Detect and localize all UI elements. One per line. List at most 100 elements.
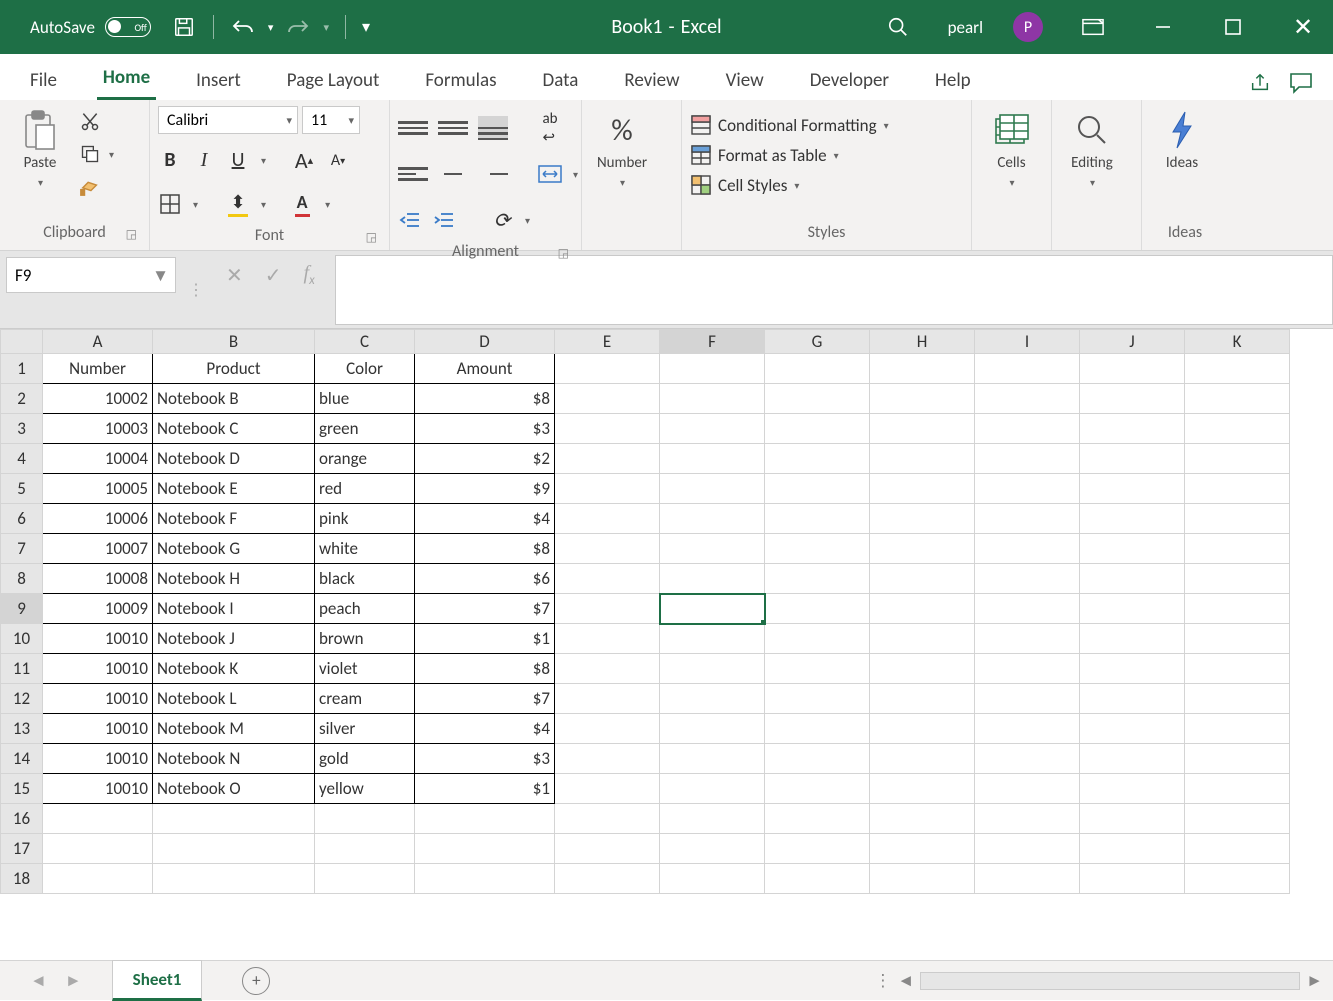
align-left-button[interactable]: [398, 162, 428, 186]
row-header-7[interactable]: 7: [1, 534, 43, 564]
row-header-17[interactable]: 17: [1, 834, 43, 864]
comments-icon[interactable]: [1289, 72, 1313, 100]
cell[interactable]: [765, 594, 870, 624]
close-button[interactable]: ✕: [1283, 7, 1323, 47]
tab-insert[interactable]: Insert: [190, 61, 247, 100]
cell[interactable]: [555, 654, 660, 684]
cell[interactable]: green: [315, 414, 415, 444]
cell[interactable]: [1185, 504, 1290, 534]
cell[interactable]: [765, 624, 870, 654]
cell[interactable]: [765, 444, 870, 474]
cell[interactable]: [765, 414, 870, 444]
cell[interactable]: [975, 624, 1080, 654]
qat-customize[interactable]: ▾: [362, 17, 370, 37]
tab-page-layout[interactable]: Page Layout: [281, 61, 386, 100]
cell[interactable]: [1080, 384, 1185, 414]
cell[interactable]: [1080, 564, 1185, 594]
cell[interactable]: [1185, 864, 1290, 894]
cell[interactable]: Notebook B: [153, 384, 315, 414]
align-center-button[interactable]: [438, 162, 468, 186]
col-header-F[interactable]: F: [660, 330, 765, 354]
cell[interactable]: [660, 414, 765, 444]
cell[interactable]: [765, 564, 870, 594]
cell[interactable]: [555, 864, 660, 894]
cell[interactable]: [153, 834, 315, 864]
cell[interactable]: [153, 864, 315, 894]
cell[interactable]: silver: [315, 714, 415, 744]
cell[interactable]: [975, 774, 1080, 804]
cell[interactable]: [1185, 654, 1290, 684]
cell[interactable]: black: [315, 564, 415, 594]
sheet-nav-next-icon[interactable]: ►: [65, 970, 82, 991]
merge-center-button[interactable]: [538, 162, 562, 186]
cell[interactable]: [660, 864, 765, 894]
cell[interactable]: [975, 444, 1080, 474]
cell[interactable]: Notebook G: [153, 534, 315, 564]
cell[interactable]: [1185, 714, 1290, 744]
redo-dropdown[interactable]: ▾: [323, 21, 329, 34]
cell[interactable]: Notebook K: [153, 654, 315, 684]
cell-styles-button[interactable]: Cell Styles▾: [690, 174, 889, 196]
user-name[interactable]: pearl: [948, 17, 983, 38]
cell[interactable]: [153, 804, 315, 834]
cell[interactable]: brown: [315, 624, 415, 654]
scroll-right-icon[interactable]: ►: [1306, 970, 1323, 991]
redo-icon[interactable]: [285, 14, 311, 40]
cell[interactable]: [870, 354, 975, 384]
enter-formula-icon[interactable]: ✓: [265, 263, 282, 288]
cell[interactable]: [1185, 384, 1290, 414]
row-header-5[interactable]: 5: [1, 474, 43, 504]
cell[interactable]: [1080, 774, 1185, 804]
cell[interactable]: [870, 654, 975, 684]
cell[interactable]: $9: [415, 474, 555, 504]
cell[interactable]: [555, 804, 660, 834]
cell[interactable]: [660, 744, 765, 774]
tab-view[interactable]: View: [720, 61, 770, 100]
cell[interactable]: [1185, 804, 1290, 834]
cell[interactable]: violet: [315, 654, 415, 684]
cell[interactable]: [975, 534, 1080, 564]
sheet-tab-active[interactable]: Sheet1: [112, 960, 203, 1001]
cell[interactable]: [870, 444, 975, 474]
cell[interactable]: [415, 804, 555, 834]
sheet-nav-prev-icon[interactable]: ◄: [30, 970, 47, 991]
cell[interactable]: [660, 774, 765, 804]
share-icon[interactable]: [1249, 72, 1271, 100]
cell[interactable]: [765, 714, 870, 744]
cell[interactable]: [555, 504, 660, 534]
cell[interactable]: [870, 684, 975, 714]
cell[interactable]: [1080, 534, 1185, 564]
scroll-left-icon[interactable]: ◄: [897, 970, 914, 991]
cell[interactable]: [975, 684, 1080, 714]
cell[interactable]: [660, 594, 765, 624]
cell[interactable]: [765, 534, 870, 564]
tab-help[interactable]: Help: [929, 61, 977, 100]
cell[interactable]: [1080, 504, 1185, 534]
fill-color-button[interactable]: ⬍: [226, 192, 250, 216]
cell[interactable]: yellow: [315, 774, 415, 804]
cell[interactable]: Notebook L: [153, 684, 315, 714]
cell[interactable]: $7: [415, 684, 555, 714]
tab-developer[interactable]: Developer: [804, 61, 895, 100]
cell[interactable]: [870, 624, 975, 654]
underline-button[interactable]: U: [226, 148, 250, 172]
undo-dropdown[interactable]: ▾: [268, 21, 274, 34]
cell[interactable]: [975, 354, 1080, 384]
cell[interactable]: [1080, 714, 1185, 744]
row-header-15[interactable]: 15: [1, 774, 43, 804]
cell[interactable]: [660, 624, 765, 654]
cell[interactable]: [765, 684, 870, 714]
cell[interactable]: [765, 864, 870, 894]
cell[interactable]: [870, 414, 975, 444]
cell[interactable]: Notebook H: [153, 564, 315, 594]
cell[interactable]: [765, 354, 870, 384]
cell[interactable]: [1080, 354, 1185, 384]
cell[interactable]: [765, 654, 870, 684]
cell[interactable]: [43, 834, 153, 864]
cell[interactable]: [1080, 684, 1185, 714]
cell[interactable]: [415, 864, 555, 894]
cell[interactable]: [660, 714, 765, 744]
cell[interactable]: [315, 804, 415, 834]
row-header-12[interactable]: 12: [1, 684, 43, 714]
clipboard-launcher-icon[interactable]: ◲: [126, 227, 137, 242]
